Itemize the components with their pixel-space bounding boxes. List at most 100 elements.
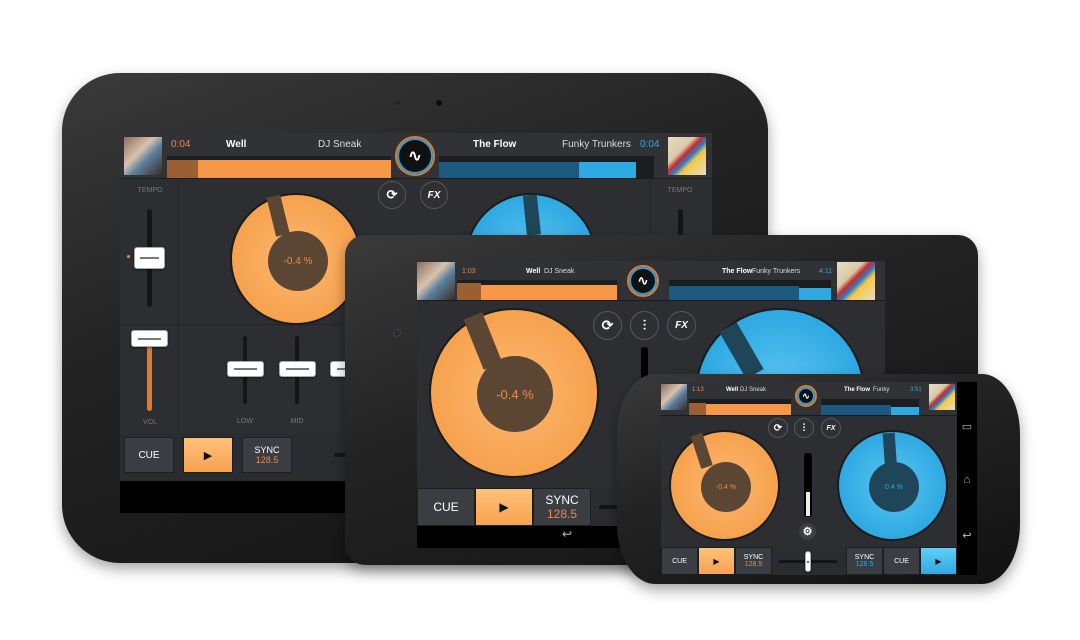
deck-b-play-button[interactable]: ▶ <box>920 547 957 575</box>
play-icon: ▶ <box>935 556 942 566</box>
cue-label: CUE <box>894 557 909 565</box>
front-camera <box>393 329 401 337</box>
sync-loop-icon: ⟳ <box>601 317 614 333</box>
play-icon: ▶ <box>713 556 720 566</box>
deck-a-play-button[interactable]: ▶ <box>475 488 533 526</box>
deck-a-album-art[interactable] <box>661 384 687 410</box>
deck-b-time: 3:51 <box>910 387 922 393</box>
deck-b-time: 4:11 <box>819 268 833 275</box>
deck-b-pitch-display: 0.4 % <box>869 462 919 512</box>
eq-mixer-button[interactable]: ⫶ <box>630 311 659 340</box>
mid-label: MID <box>290 418 304 425</box>
deck-b-waveform[interactable] <box>439 156 654 178</box>
tempo-label-right: TEMPO <box>667 187 693 194</box>
sync-label: SYNC <box>854 554 875 561</box>
app-logo-waveform-icon[interactable]: ∿ <box>395 136 435 176</box>
deck-a-bpm: 128.5 <box>255 455 279 465</box>
recent-apps-icon[interactable]: ▭ <box>957 420 977 433</box>
back-nav-icon[interactable]: ↩ <box>957 529 977 542</box>
deck-a-play-button[interactable]: ▶ <box>698 547 735 575</box>
deck-b-title: The Flow <box>722 268 753 275</box>
settings-button[interactable]: ⚙ <box>799 523 816 540</box>
deck-b-album-art[interactable] <box>668 137 706 175</box>
deck-a-platter[interactable]: -0.4 % <box>429 308 599 478</box>
deck-a-pitch-display: -0.4 % <box>268 231 328 291</box>
deck-a-pitch-display: -0.4 % <box>477 356 553 432</box>
volume-slider-track[interactable] <box>147 341 152 411</box>
deck-b-cue-button[interactable]: CUE <box>883 547 920 575</box>
deck-b-title: The Flow <box>844 387 870 393</box>
deck-a-pitch-display: -0.4 % <box>701 462 751 512</box>
deck-b-artist: Funky Trunkers <box>752 268 801 275</box>
app-logo-waveform-icon[interactable]: ∿ <box>795 385 817 407</box>
platter-marker <box>266 194 290 237</box>
fx-button[interactable]: FX <box>821 418 841 438</box>
play-icon: ▶ <box>203 449 213 462</box>
deck-a-platter[interactable]: -0.4 % <box>669 430 780 541</box>
settings-gear-icon: ⚙ <box>802 526 813 538</box>
deck-a-sync-button[interactable]: SYNC 128.5 <box>735 547 772 575</box>
eq-mixer-icon: ⫶ <box>802 422 806 434</box>
cue-label: CUE <box>138 449 160 461</box>
deck-b-title: The Flow <box>473 139 517 150</box>
crossfader-handle[interactable] <box>805 551 811 572</box>
deck-a-play-button[interactable]: ▶ <box>183 437 233 473</box>
home-icon[interactable]: ⌂ <box>957 474 977 486</box>
fx-label: FX <box>826 424 836 432</box>
deck-a-title: Well <box>526 268 541 275</box>
deck-a-time: 1:13 <box>692 387 704 393</box>
deck-b-waveform[interactable] <box>669 280 831 300</box>
sync-label: SYNC <box>545 493 579 507</box>
play-icon: ▶ <box>499 500 509 514</box>
app-logo-waveform-icon[interactable]: ∿ <box>627 265 659 297</box>
deck-a-artist: DJ Sneak <box>740 387 767 393</box>
eq-low-handle[interactable] <box>227 361 264 377</box>
eq-mixer-icon: ⫶ <box>642 317 647 333</box>
deck-a-album-art[interactable] <box>417 262 455 300</box>
cue-label: CUE <box>672 557 687 565</box>
deck-a-sync-button[interactable]: SYNC 128.5 <box>533 488 591 526</box>
deck-a-cue-button[interactable]: CUE <box>124 437 174 473</box>
deck-a-cue-button[interactable]: CUE <box>417 488 475 526</box>
eq-mixer-button[interactable]: ⫶ <box>794 418 814 438</box>
back-nav-icon[interactable]: ↩ <box>557 527 577 541</box>
deck-b-album-art[interactable] <box>837 262 875 300</box>
deck-a-bpm: 128.5 <box>546 507 578 521</box>
deck-b-waveform[interactable] <box>821 399 919 415</box>
sync-loop-icon: ⟳ <box>773 422 783 434</box>
phone-device: 1:13 Well DJ Sneak ∿ The Flow Funky 3:51… <box>617 374 1020 584</box>
sync-loop-button[interactable]: ⟳ <box>593 311 622 340</box>
sync-loop-icon: ⟳ <box>386 187 398 202</box>
deck-b-sync-button[interactable]: SYNC 128.5 <box>846 547 883 575</box>
deck-a-waveform[interactable] <box>167 156 391 178</box>
deck-a-pitch: -0.4 % <box>496 386 534 402</box>
deck-a-time: 1:03 <box>462 268 476 275</box>
deck-a-artist: DJ Sneak <box>318 139 362 150</box>
platter-marker <box>522 194 541 236</box>
deck-a-cue-button[interactable]: CUE <box>661 547 698 575</box>
deck-a-waveform[interactable] <box>457 280 617 300</box>
front-camera <box>436 100 442 106</box>
phone-screen: 1:13 Well DJ Sneak ∿ The Flow Funky 3:51… <box>661 382 957 575</box>
eq-mid-handle[interactable] <box>279 361 316 377</box>
deck-a-title: Well <box>726 387 739 393</box>
deck-a-platter[interactable]: -0.4 % <box>230 193 362 325</box>
level-meter-fill <box>806 492 810 516</box>
deck-a-album-art[interactable] <box>124 137 162 175</box>
deck-b-time: 0:04 <box>640 139 660 150</box>
volume-slider-handle[interactable] <box>131 330 168 347</box>
deck-a-sync-button[interactable]: SYNC 128.5 <box>242 437 292 473</box>
sync-loop-button[interactable]: ⟳ <box>378 181 406 209</box>
fx-button[interactable]: FX <box>420 181 448 209</box>
deck-a-waveform[interactable] <box>689 399 791 415</box>
sync-label: SYNC <box>743 554 764 561</box>
deck-b-artist: Funky <box>873 387 890 393</box>
deck-b-album-art[interactable] <box>929 384 955 410</box>
fx-button[interactable]: FX <box>667 311 696 340</box>
platter-marker <box>719 322 764 379</box>
deck-b-platter[interactable]: 0.4 % <box>837 430 948 541</box>
sync-loop-button[interactable]: ⟳ <box>768 418 788 438</box>
tempo-slider-left-handle[interactable] <box>134 247 165 269</box>
deck-a-time: 0:04 <box>171 139 191 150</box>
deck-a-artist: DJ Sneak <box>544 268 575 275</box>
